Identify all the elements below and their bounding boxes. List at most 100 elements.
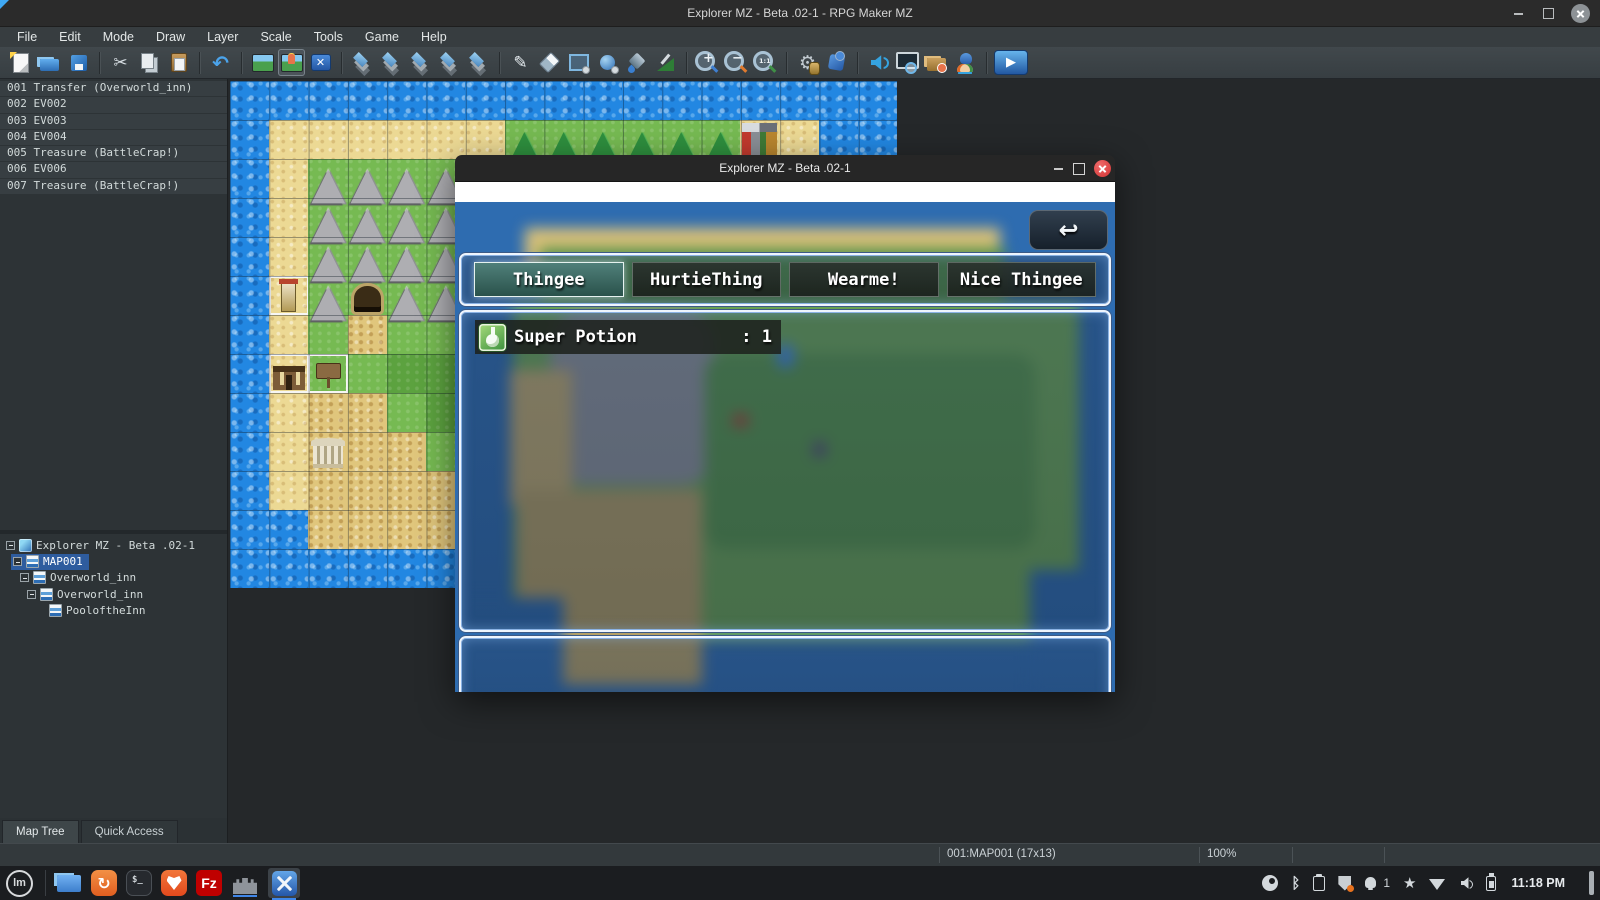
layer-2-icon[interactable]	[378, 49, 405, 76]
map-tile[interactable]	[269, 549, 309, 588]
shadow-pen-tool-icon[interactable]	[652, 49, 679, 76]
character-generator-icon[interactable]	[952, 49, 979, 76]
map-tile[interactable]: ▲	[543, 120, 584, 161]
back-button[interactable]: ↩	[1029, 210, 1108, 250]
panel-tab-quick-access[interactable]: Quick Access	[80, 820, 178, 843]
maximize-button[interactable]	[1541, 7, 1555, 21]
map-tile[interactable]	[386, 471, 427, 510]
eraser-tool-icon[interactable]	[536, 49, 563, 76]
map-tree-node[interactable]: Overworld_inn	[25, 586, 149, 602]
event-mode-icon[interactable]	[278, 49, 305, 76]
event-list-item[interactable]: 004 EV004	[0, 129, 227, 146]
menu-layer[interactable]: Layer	[196, 27, 249, 47]
menu-scale[interactable]: Scale	[249, 27, 302, 47]
event-list-item[interactable]: 005 Treasure (BattleCrap!)	[0, 146, 227, 162]
map-tile[interactable]: ▲	[622, 120, 662, 161]
map-tile[interactable]	[269, 276, 309, 315]
map-tree-node[interactable]: PooloftheInn	[32, 603, 151, 619]
volume-tray-icon[interactable]	[1458, 876, 1473, 890]
map-tile[interactable]: ▲	[308, 276, 348, 323]
map-tile[interactable]: ▲	[386, 159, 427, 206]
zoom-out-icon[interactable]: −	[723, 49, 750, 76]
map-tile[interactable]	[230, 315, 270, 354]
map-tile[interactable]	[230, 471, 270, 510]
paste-icon[interactable]	[165, 49, 192, 76]
map-tile[interactable]	[230, 159, 270, 198]
files-taskbar-icon[interactable]	[56, 870, 82, 896]
editor-active-taskbar-icon[interactable]	[268, 868, 300, 900]
map-tile[interactable]	[308, 120, 348, 159]
database-icon[interactable]: ⚙	[794, 49, 821, 76]
map-tile[interactable]: ▲	[386, 198, 427, 245]
flood-fill-tool-icon[interactable]	[623, 49, 650, 76]
map-tile[interactable]	[269, 432, 309, 471]
map-tile[interactable]	[386, 432, 427, 471]
battery-tray-icon[interactable]	[1486, 873, 1497, 891]
map-tile[interactable]	[779, 81, 819, 120]
map-tile[interactable]: ▲	[347, 159, 387, 206]
map-tile[interactable]	[230, 393, 270, 432]
map-tile[interactable]	[230, 237, 270, 276]
event-list-item[interactable]: 001 Transfer (Overworld_inn)	[0, 81, 227, 97]
map-tile[interactable]: ▲	[386, 276, 427, 323]
map-tile[interactable]: ▲	[700, 120, 741, 161]
rpg-maker-taskbar-icon[interactable]	[231, 869, 259, 897]
map-tile[interactable]	[426, 120, 466, 159]
zoom-in-icon[interactable]: +	[694, 49, 721, 76]
map-tile[interactable]	[308, 549, 348, 588]
map-tile[interactable]	[386, 120, 427, 159]
map-tile[interactable]	[308, 432, 348, 471]
plugin-manager-icon[interactable]	[823, 49, 850, 76]
map-tree-row[interactable]: Overworld_inn	[0, 570, 227, 586]
map-tree-node[interactable]: MAP001	[11, 553, 89, 570]
map-tile[interactable]	[269, 393, 309, 432]
minimize-button[interactable]	[1511, 7, 1525, 21]
map-tile[interactable]	[347, 510, 387, 549]
map-tile[interactable]	[347, 432, 387, 471]
layer-1-icon[interactable]	[349, 49, 376, 76]
map-tile[interactable]	[583, 81, 623, 120]
map-tile[interactable]	[347, 549, 387, 588]
map-tile[interactable]	[347, 120, 387, 159]
event-list-item[interactable]: 002 EV002	[0, 97, 227, 113]
map-tile[interactable]: ▲	[347, 237, 387, 284]
map-tile[interactable]	[386, 354, 427, 393]
map-tile[interactable]	[740, 81, 780, 120]
menu-tools[interactable]: Tools	[303, 27, 354, 47]
map-tree-row[interactable]: Explorer MZ - Beta .02-1	[0, 537, 227, 553]
tree-expander-icon[interactable]	[6, 540, 15, 550]
event-list-item[interactable]: 007 Treasure (BattleCrap!)	[0, 178, 227, 195]
layer-5-icon[interactable]	[465, 49, 492, 76]
map-tile[interactable]	[347, 354, 387, 393]
map-tile[interactable]: ▲	[308, 159, 348, 206]
map-tile[interactable]	[386, 510, 427, 549]
map-tile[interactable]	[779, 120, 819, 159]
map-tile[interactable]	[230, 510, 270, 549]
tree-expander-icon[interactable]	[13, 557, 22, 567]
map-tree-row[interactable]: PooloftheInn	[0, 603, 227, 619]
map-tree-node[interactable]: Overworld_inn	[18, 570, 142, 586]
copy-icon[interactable]	[136, 49, 163, 76]
menu-file[interactable]: File	[6, 27, 48, 47]
menu-help[interactable]: Help	[410, 27, 458, 47]
resource-manager-icon[interactable]	[923, 49, 950, 76]
game-minimize-button[interactable]	[1054, 155, 1063, 182]
map-tree-node[interactable]: Explorer MZ - Beta .02-1	[4, 537, 201, 553]
game-tab-nice-thingee[interactable]: Nice Thingee	[946, 262, 1096, 297]
map-tile[interactable]: ▲	[308, 237, 348, 284]
menu-draw[interactable]: Draw	[145, 27, 196, 47]
cut-icon[interactable]: ✂	[107, 49, 134, 76]
menu-mode[interactable]: Mode	[92, 27, 145, 47]
ellipse-tool-icon[interactable]	[594, 49, 621, 76]
map-tile[interactable]	[230, 198, 270, 237]
map-tile[interactable]	[622, 81, 662, 120]
map-tile[interactable]	[269, 198, 309, 237]
new-project-icon[interactable]	[7, 49, 34, 76]
open-project-icon[interactable]	[36, 49, 63, 76]
pencil-tool-icon[interactable]: ✎	[507, 49, 534, 76]
game-maximize-button[interactable]	[1073, 155, 1085, 182]
map-tile[interactable]	[308, 471, 348, 510]
tree-expander-icon[interactable]	[27, 589, 36, 599]
map-tile[interactable]: ▲	[308, 198, 348, 245]
undo-icon[interactable]: ↶	[207, 49, 234, 76]
